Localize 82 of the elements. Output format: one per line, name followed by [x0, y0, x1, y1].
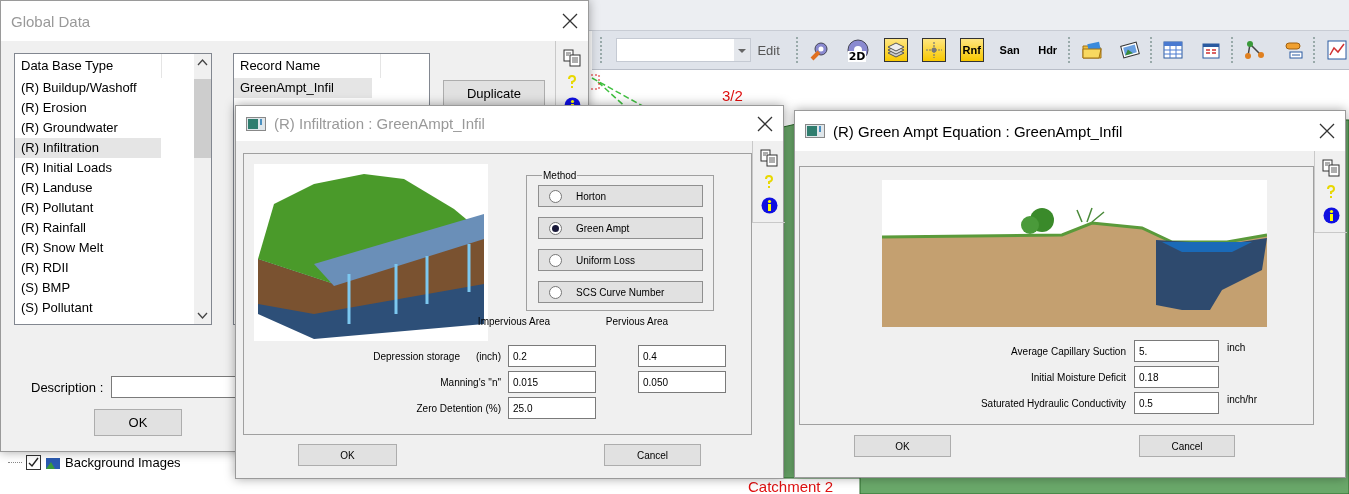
radio-indicator[interactable]	[549, 253, 562, 267]
unit-label: (inch)	[476, 350, 501, 362]
list-item[interactable]: (R) Initial Loads	[15, 158, 161, 178]
list-item[interactable]: (R) Rainfall	[15, 218, 161, 238]
field-label: Zero Detention (%)	[416, 402, 501, 414]
layers-button[interactable]	[883, 38, 908, 62]
window-title: Global Data	[11, 12, 92, 30]
list-item[interactable]: (S) BMP	[15, 278, 161, 298]
cancel-button[interactable]: Cancel	[604, 444, 701, 466]
column-header: Data Base Type	[15, 54, 162, 78]
cancel-button[interactable]: Cancel	[1139, 435, 1235, 457]
crosshair-button[interactable]	[921, 38, 946, 62]
field-label: Initial Moisture Deficit	[1029, 371, 1126, 383]
copy-icon[interactable]	[760, 149, 778, 167]
pipe-icon	[1282, 39, 1305, 61]
column-header: Impervious Area	[476, 316, 552, 327]
close-icon[interactable]	[1319, 123, 1335, 139]
scrollbar-thumb[interactable]	[194, 79, 211, 158]
chart-button[interactable]	[1325, 38, 1349, 62]
table-button[interactable]	[1161, 38, 1186, 62]
copy-icon[interactable]	[563, 49, 581, 67]
value-field[interactable]: 0.015	[508, 371, 596, 393]
window-icon	[805, 124, 825, 138]
list-item[interactable]: (R) RDII	[15, 258, 161, 278]
value-field[interactable]: 0.18	[1134, 366, 1219, 388]
value-field[interactable]: 25.0	[508, 397, 596, 419]
list-item[interactable]: (R) Infiltration	[15, 138, 161, 158]
value-field[interactable]: 5.	[1134, 340, 1219, 362]
ok-button[interactable]: OK	[298, 444, 397, 466]
list-item[interactable]: (R) Snow Melt	[15, 238, 161, 258]
field-label: Depression storage	[373, 350, 460, 362]
list-item[interactable]: GreenAmpt_Infil	[234, 78, 372, 98]
list-item[interactable]: (R) Buildup/Washoff	[15, 78, 161, 98]
list-item[interactable]: (R) Landuse	[15, 178, 161, 198]
value-field[interactable]: 0.5	[1134, 392, 1219, 414]
info-icon[interactable]	[1322, 207, 1340, 224]
description-label: Description :	[31, 379, 104, 395]
ok-button[interactable]: OK	[94, 409, 182, 436]
map-label: Catchment 2	[748, 479, 834, 494]
method-option[interactable]: Uniform Loss	[538, 249, 703, 271]
method-option[interactable]: Horton	[538, 185, 703, 207]
nodes-icon	[1244, 39, 1267, 61]
checkbox[interactable]	[26, 455, 41, 470]
value-field[interactable]: 0.4	[638, 345, 726, 367]
chart-icon	[1326, 39, 1348, 61]
tool-button[interactable]: San	[997, 38, 1022, 62]
method-option[interactable]: SCS Curve Number	[538, 281, 703, 303]
radio-indicator[interactable]	[549, 221, 562, 235]
window-icon	[246, 116, 266, 131]
folder-icon	[1080, 39, 1103, 61]
radio-indicator[interactable]	[549, 189, 562, 203]
unit-label: inch	[1227, 341, 1247, 353]
close-icon[interactable]	[562, 13, 578, 29]
list-item[interactable]: (R) Groundwater	[15, 118, 161, 138]
ok-button[interactable]: OK	[854, 435, 951, 457]
group-label: Method	[542, 170, 578, 181]
unit-label: inch/hr	[1227, 393, 1258, 405]
picture-icon	[45, 455, 61, 470]
value-field[interactable]: 0.2	[508, 345, 596, 367]
tree-item-label[interactable]: Background Images	[65, 455, 181, 470]
list-item[interactable]: (R) Pollutant	[15, 198, 161, 218]
list-item[interactable]: (R) Erosion	[15, 98, 161, 118]
duplicate-button[interactable]: Duplicate	[443, 80, 545, 106]
radio-indicator[interactable]	[549, 285, 562, 299]
map-label: 3/2	[722, 88, 743, 103]
info-icon[interactable]	[760, 197, 778, 214]
table-icon	[1162, 39, 1185, 61]
field-label: Saturated Hydraulic Conductivity	[979, 397, 1126, 409]
edit-label: Edit	[757, 42, 780, 58]
method-option[interactable]: Green Ampt	[538, 217, 703, 239]
close-icon[interactable]	[757, 115, 773, 132]
field-label: Manning's "n"	[440, 376, 501, 388]
copy-icon[interactable]	[1322, 159, 1340, 177]
field-label: Average Capillary Suction	[1010, 345, 1126, 357]
gear-button[interactable]: 2D	[845, 38, 870, 62]
tool-button[interactable]: Hdr	[1035, 38, 1060, 62]
column-header: Pervious Area	[604, 316, 670, 327]
tool-button[interactable]: Rnf	[959, 38, 984, 62]
value-field[interactable]: 0.050	[638, 371, 726, 393]
list-item[interactable]: (S) Pollutant	[15, 298, 161, 318]
window-title: (R) Green Ampt Equation : GreenAmpt_Infil	[833, 122, 1124, 140]
window-title: (R) Infiltration : GreenAmpt_Infil	[274, 115, 486, 132]
